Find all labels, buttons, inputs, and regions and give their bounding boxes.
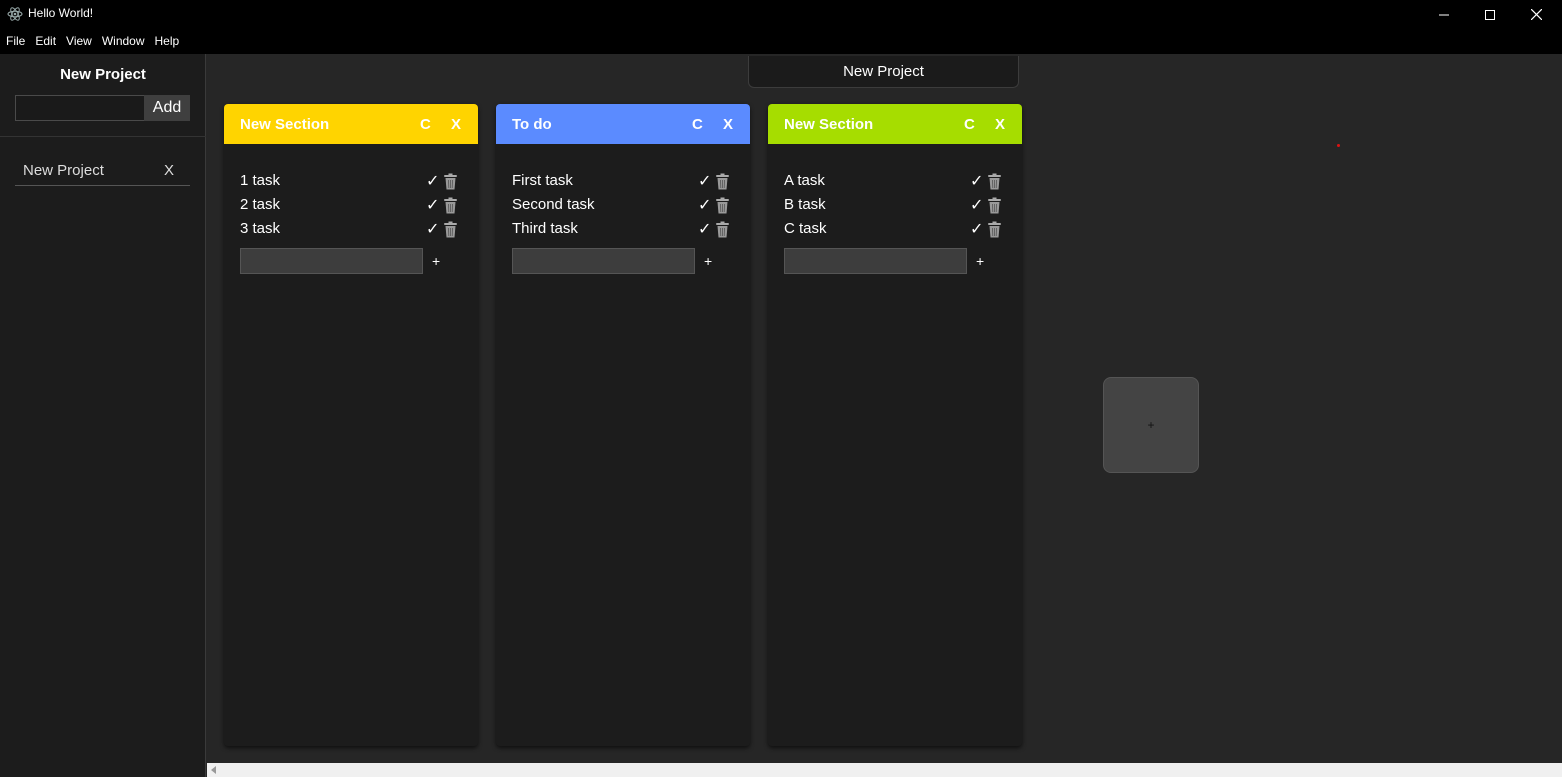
minimize-icon bbox=[1439, 14, 1449, 15]
task-label: Second task bbox=[512, 196, 595, 213]
section-header: New Section C X bbox=[768, 104, 1022, 144]
section-close-button[interactable]: X bbox=[451, 116, 461, 133]
menu-view[interactable]: View bbox=[66, 29, 92, 54]
task-item: 1 task ✓ bbox=[240, 171, 462, 193]
section-color-button[interactable]: C bbox=[692, 116, 703, 133]
task-label: A task bbox=[784, 172, 825, 189]
section-card: To do C X First task ✓ Second task ✓ Thi… bbox=[496, 104, 750, 746]
trash-icon[interactable] bbox=[987, 197, 1002, 214]
new-task-input[interactable] bbox=[784, 248, 967, 274]
section-header: To do C X bbox=[496, 104, 750, 144]
add-task-button[interactable]: + bbox=[704, 253, 712, 269]
menu-help[interactable]: Help bbox=[155, 29, 180, 54]
task-item: 2 task ✓ bbox=[240, 195, 462, 217]
section-title[interactable]: New Section bbox=[784, 116, 873, 133]
section-color-button[interactable]: C bbox=[964, 116, 975, 133]
sidebar: New Project Add New Project X bbox=[0, 54, 206, 777]
section-close-button[interactable]: X bbox=[995, 116, 1005, 133]
trash-icon[interactable] bbox=[715, 173, 730, 190]
project-name[interactable]: New Project bbox=[23, 162, 104, 179]
section-card: New Section C X A task ✓ B task ✓ C task… bbox=[768, 104, 1022, 746]
section-color-button[interactable]: C bbox=[420, 116, 431, 133]
check-icon[interactable]: ✓ bbox=[698, 171, 711, 191]
add-project-button[interactable]: Add bbox=[144, 95, 190, 121]
check-icon[interactable]: ✓ bbox=[426, 219, 439, 239]
add-task-button[interactable]: + bbox=[432, 253, 440, 269]
task-label: Third task bbox=[512, 220, 578, 237]
trash-icon[interactable] bbox=[443, 173, 458, 190]
horizontal-scrollbar[interactable] bbox=[207, 763, 1562, 777]
section-card: New Section C X 1 task ✓ 2 task ✓ 3 task… bbox=[224, 104, 478, 746]
sidebar-title: New Project bbox=[60, 66, 146, 83]
close-window-button[interactable] bbox=[1513, 0, 1559, 29]
window-title: Hello World! bbox=[28, 6, 94, 20]
task-label: First task bbox=[512, 172, 573, 189]
check-icon[interactable]: ✓ bbox=[698, 219, 711, 239]
section-header: New Section C X bbox=[224, 104, 478, 144]
trash-icon[interactable] bbox=[987, 173, 1002, 190]
trash-icon[interactable] bbox=[715, 221, 730, 238]
task-item: B task ✓ bbox=[784, 195, 1006, 217]
menu-bar: File Edit View Window Help bbox=[0, 29, 1562, 54]
task-label: 2 task bbox=[240, 196, 281, 213]
task-item: Second task ✓ bbox=[512, 195, 734, 217]
task-label: B task bbox=[784, 196, 826, 213]
section-title[interactable]: To do bbox=[512, 116, 552, 133]
trash-icon[interactable] bbox=[443, 197, 458, 214]
trash-icon[interactable] bbox=[987, 221, 1002, 238]
new-task-input[interactable] bbox=[512, 248, 695, 274]
add-task-button[interactable]: + bbox=[976, 253, 984, 269]
check-icon[interactable]: ✓ bbox=[698, 195, 711, 215]
section-title[interactable]: New Section bbox=[240, 116, 329, 133]
task-item: First task ✓ bbox=[512, 171, 734, 193]
menu-edit[interactable]: Edit bbox=[35, 29, 56, 54]
task-label: C task bbox=[784, 220, 827, 237]
title-bar: Hello World! bbox=[0, 0, 1562, 29]
board-area: New Project New Section C X 1 task ✓ 2 t… bbox=[207, 54, 1562, 763]
scroll-left-icon[interactable] bbox=[211, 766, 216, 774]
maximize-icon bbox=[1485, 9, 1495, 20]
menu-window[interactable]: Window bbox=[102, 29, 145, 54]
task-label: 1 task bbox=[240, 172, 281, 189]
maximize-button[interactable] bbox=[1467, 0, 1513, 29]
task-label: 3 task bbox=[240, 220, 281, 237]
task-item: 3 task ✓ bbox=[240, 219, 462, 241]
check-icon[interactable]: ✓ bbox=[426, 171, 439, 191]
minimize-button[interactable] bbox=[1421, 0, 1467, 29]
check-icon[interactable]: ✓ bbox=[970, 219, 983, 239]
red-dot bbox=[1337, 144, 1340, 147]
trash-icon[interactable] bbox=[443, 221, 458, 238]
sidebar-divider bbox=[0, 136, 206, 137]
check-icon[interactable]: ✓ bbox=[426, 195, 439, 215]
new-project-input[interactable] bbox=[15, 95, 144, 121]
check-icon[interactable]: ✓ bbox=[970, 171, 983, 191]
section-close-button[interactable]: X bbox=[723, 116, 733, 133]
menu-file[interactable]: File bbox=[6, 29, 25, 54]
task-item: C task ✓ bbox=[784, 219, 1006, 241]
task-item: A task ✓ bbox=[784, 171, 1006, 193]
project-tab[interactable]: New Project bbox=[748, 56, 1019, 88]
close-icon bbox=[1530, 9, 1542, 20]
task-item: Third task ✓ bbox=[512, 219, 734, 241]
sidebar-project-item[interactable]: New Project X bbox=[15, 156, 190, 186]
trash-icon[interactable] bbox=[715, 197, 730, 214]
remove-project-button[interactable]: X bbox=[164, 162, 174, 179]
check-icon[interactable]: ✓ bbox=[970, 195, 983, 215]
electron-atom-icon bbox=[7, 7, 23, 21]
new-task-input[interactable] bbox=[240, 248, 423, 274]
add-section-button[interactable]: + bbox=[1103, 377, 1199, 473]
